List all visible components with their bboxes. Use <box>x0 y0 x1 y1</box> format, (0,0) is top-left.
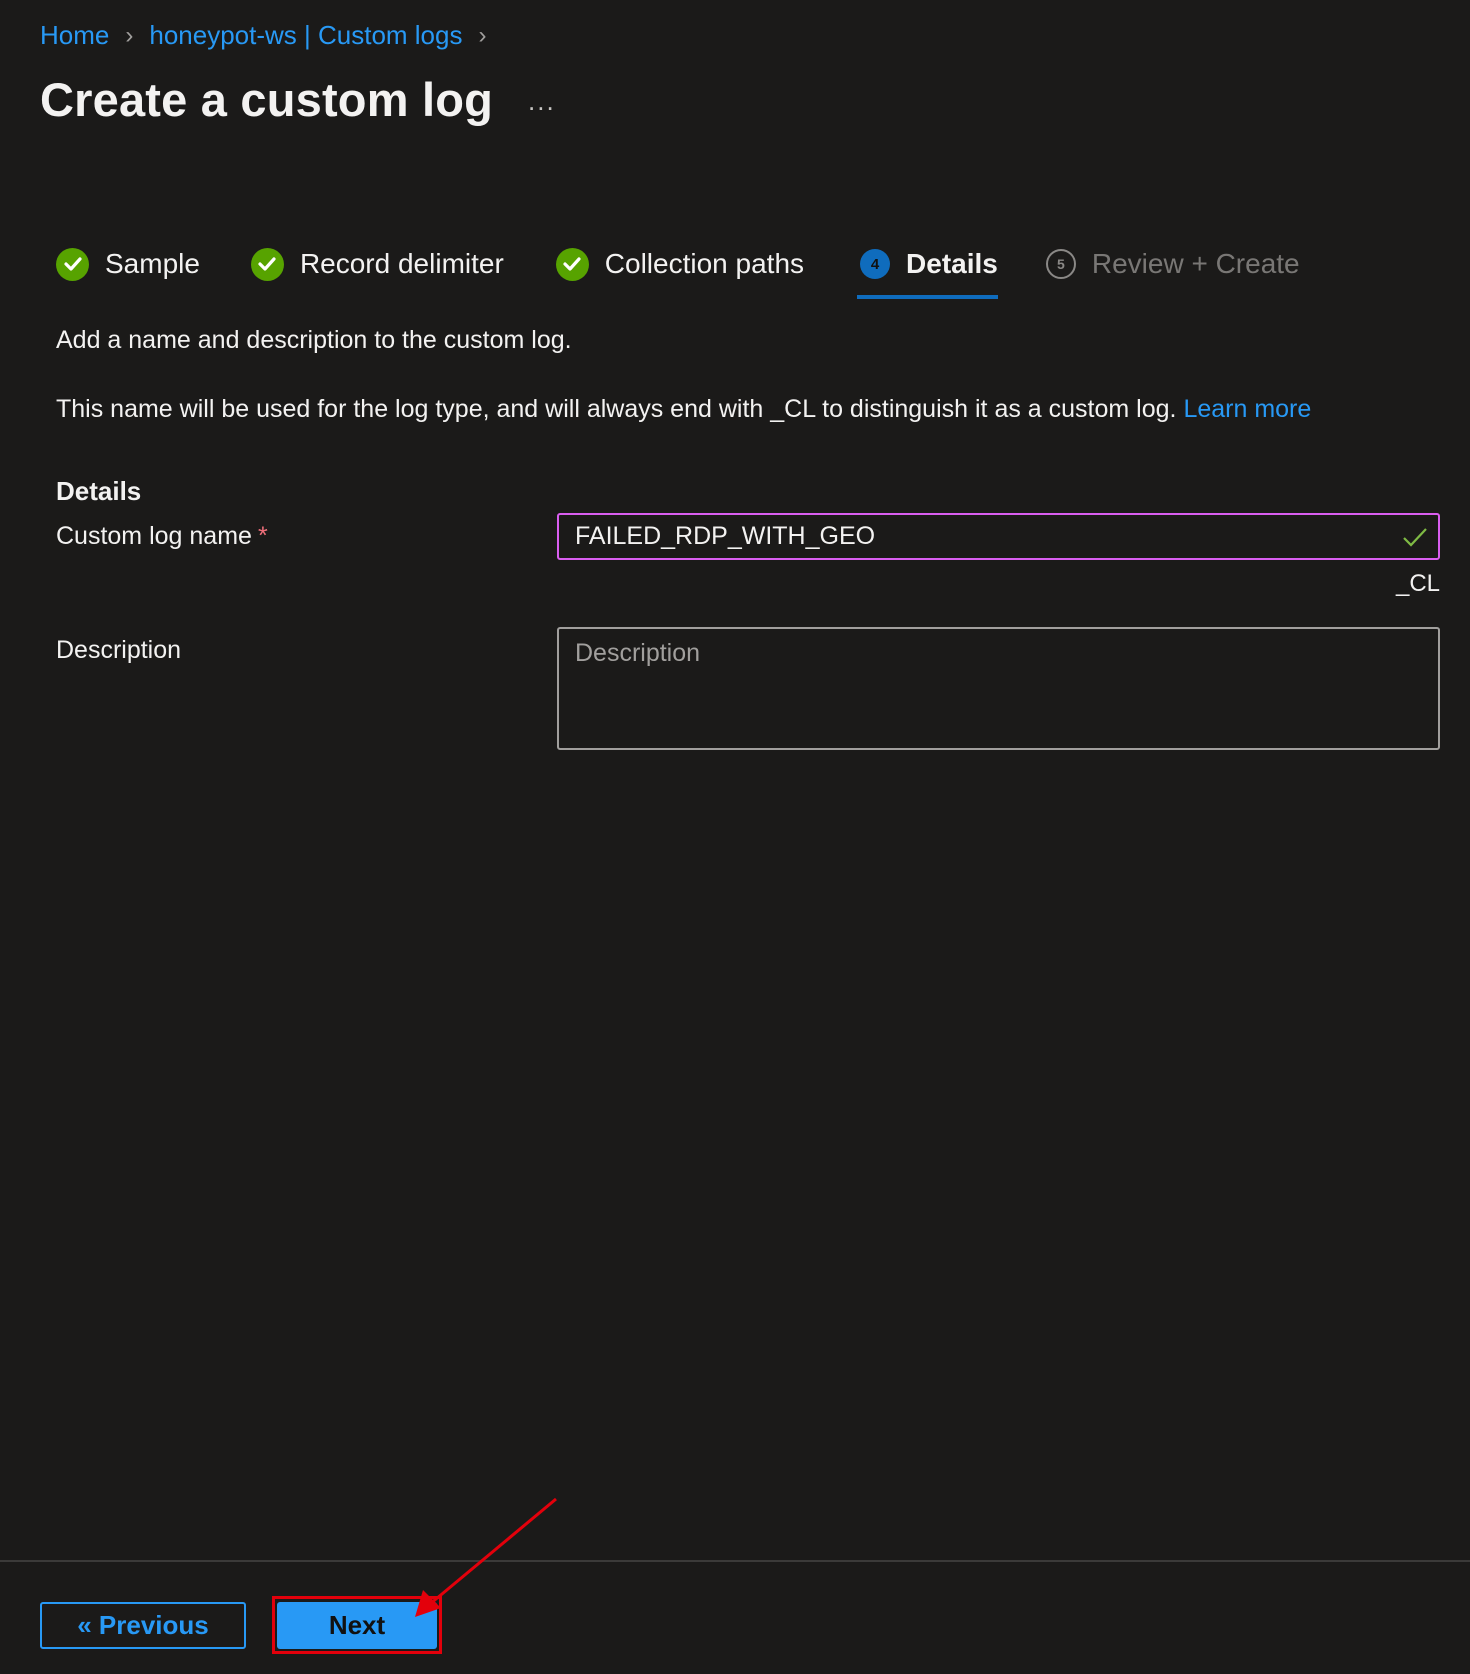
step-label: Record delimiter <box>299 248 504 279</box>
intro-text: Add a name and description to the custom… <box>56 326 572 354</box>
naming-help-body: This name will be used for the log type,… <box>56 395 1177 423</box>
custom-log-name-input[interactable] <box>575 522 1395 551</box>
step-label: Details <box>906 248 998 279</box>
details-heading: Details <box>56 476 142 506</box>
chevron-right-icon: › <box>125 21 134 49</box>
tab-collection-paths[interactable]: Collection paths <box>555 242 805 286</box>
valid-checkmark-icon <box>1402 525 1428 549</box>
chevron-right-icon: › <box>478 21 487 49</box>
tab-review-create[interactable]: 5 Review + Create <box>1045 242 1300 286</box>
custom-log-name-label: Custom log name * <box>56 522 268 551</box>
step-number-badge: 5 <box>1045 249 1076 279</box>
log-name-suffix: _CL <box>1395 570 1440 597</box>
breadcrumb: Home › honeypot-ws | Custom logs › <box>40 20 502 51</box>
next-button[interactable]: Next <box>277 1602 437 1649</box>
breadcrumb-home[interactable]: Home <box>40 20 109 51</box>
breadcrumb-custom-logs[interactable]: honeypot-ws | Custom logs <box>149 20 462 51</box>
check-circle-icon <box>250 247 284 281</box>
wizard-steps: Sample Record delimiter Collection paths… <box>56 242 1352 299</box>
step-label: Sample <box>105 248 200 279</box>
naming-help-text: This name will be used for the log type,… <box>56 395 1311 424</box>
page-title: Create a custom log <box>40 73 494 126</box>
required-indicator: * <box>257 522 268 550</box>
footer-divider <box>0 1560 1470 1562</box>
tab-details[interactable]: 4 Details <box>857 242 998 299</box>
step-number-badge: 4 <box>860 249 891 279</box>
tab-sample[interactable]: Sample <box>56 242 200 286</box>
custom-log-name-label-text: Custom log name <box>56 522 252 550</box>
step-label: Collection paths <box>604 248 805 279</box>
description-field <box>557 627 1440 750</box>
more-options-icon[interactable]: ... <box>528 86 556 117</box>
description-textarea[interactable] <box>559 629 1438 748</box>
learn-more-link[interactable]: Learn more <box>1183 395 1311 423</box>
tab-record-delimiter[interactable]: Record delimiter <box>250 242 504 286</box>
previous-button[interactable]: « Previous <box>40 1602 246 1649</box>
step-label: Review + Create <box>1091 248 1300 279</box>
description-label: Description <box>56 636 182 664</box>
check-circle-icon <box>56 247 89 281</box>
check-circle-icon <box>555 247 589 281</box>
custom-log-name-field <box>557 513 1440 560</box>
